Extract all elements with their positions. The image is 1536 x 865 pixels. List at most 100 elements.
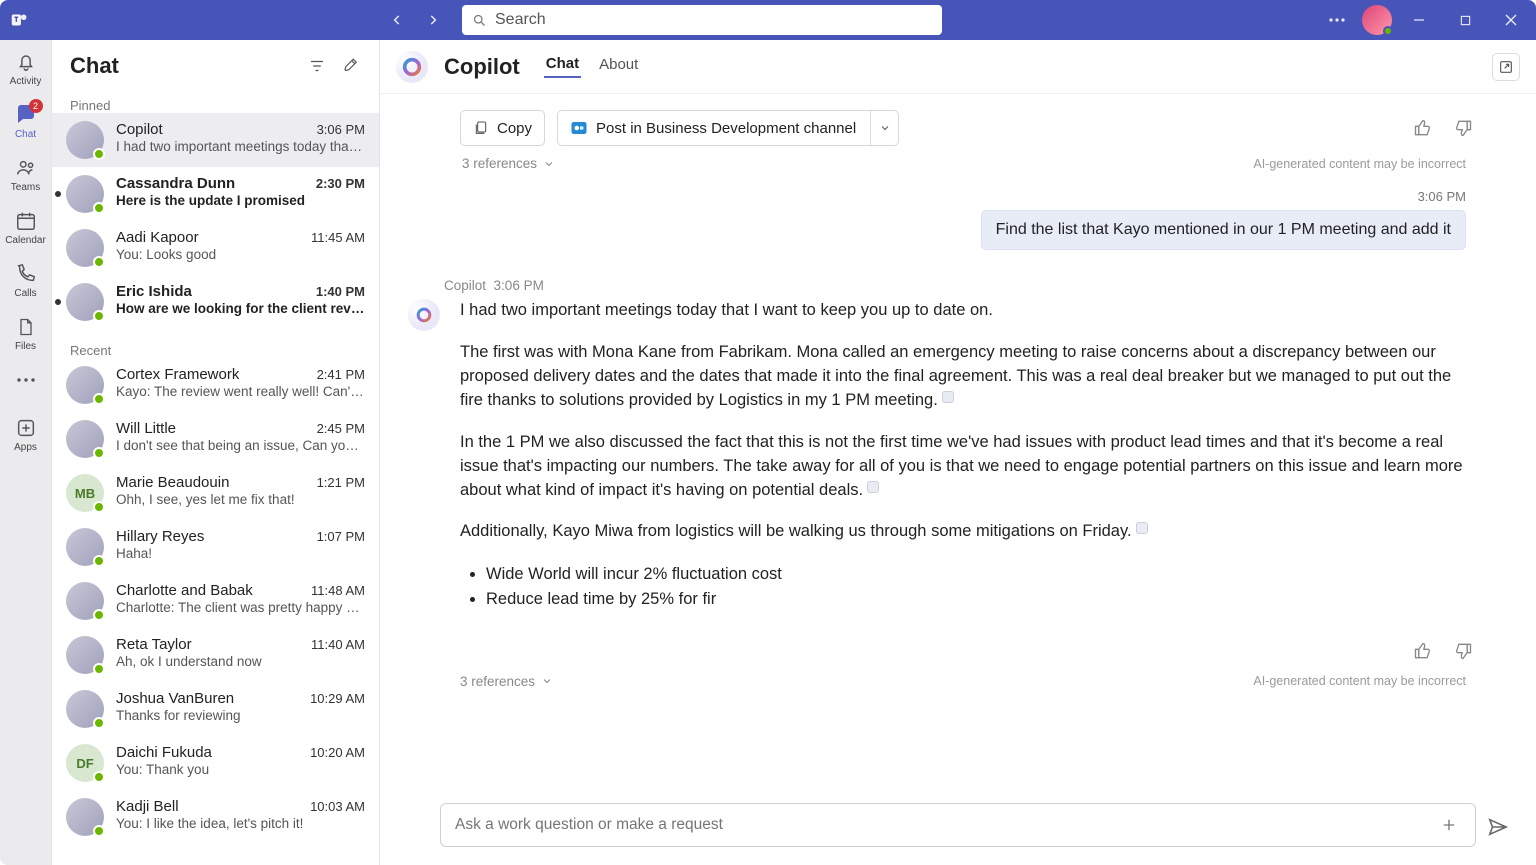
presence-indicator [93,825,105,837]
presence-indicator [93,447,105,459]
teams-channel-icon [570,119,588,137]
presence-indicator [93,202,105,214]
rail-files[interactable]: Files [2,315,50,352]
chat-list-item[interactable]: Hillary Reyes1:07 PMHaha! [52,520,379,574]
rail-calls[interactable]: Calls [2,262,50,299]
user-message-time: 3:06 PM [440,189,1466,204]
chat-name: Will Little [116,420,176,437]
copy-icon [473,119,489,137]
open-external-button[interactable] [1492,53,1520,81]
more-options-button[interactable] [1320,6,1354,34]
reply-paragraph: The first was with Mona Kane from Fabrik… [460,343,1451,409]
chat-time: 2:41 PM [317,367,365,382]
tab-about[interactable]: About [597,56,640,77]
chat-list-item[interactable]: Copilot3:06 PMI had two important meetin… [52,113,379,167]
bullet-item: Reduce lead time by 25% for fir [486,590,716,608]
rail-activity[interactable]: Activity [2,50,50,87]
window-maximize-button[interactable] [1446,0,1484,40]
chat-avatar [66,420,104,458]
user-avatar[interactable] [1362,5,1392,35]
thumbs-down-button[interactable] [1450,115,1476,141]
chat-preview: I don't see that being an issue, Can you… [116,438,365,453]
send-button[interactable] [1480,809,1516,845]
chat-time: 11:45 AM [311,230,365,245]
chat-list-item[interactable]: Kadji Bell10:03 AMYou: I like the idea, … [52,790,379,844]
chat-list-item[interactable]: Aadi Kapoor11:45 AMYou: Looks good [52,221,379,275]
post-channel-dropdown-icon[interactable] [870,110,898,146]
window-minimize-button[interactable] [1400,0,1438,40]
rail-label: Calendar [5,235,46,246]
chat-avatar [66,798,104,836]
rail-more[interactable] [2,368,50,392]
rail-label: Activity [10,76,42,87]
thumbs-up-button[interactable] [1410,638,1436,664]
chat-avatar [66,229,104,267]
rail-chat[interactable]: 2 Chat [2,103,50,140]
new-chat-button[interactable] [341,56,361,76]
presence-indicator [1383,26,1393,36]
chat-preview: You: Thank you [116,762,365,777]
chat-list-item[interactable]: Eric Ishida1:40 PMHow are we looking for… [52,275,379,329]
presence-indicator [93,148,105,160]
rail-calendar[interactable]: Calendar [2,209,50,246]
chat-time: 1:07 PM [317,529,365,544]
nav-back-button[interactable] [380,6,414,34]
file-icon [14,315,38,339]
references-toggle[interactable]: 3 references [460,674,553,689]
search-field[interactable]: Search [462,5,942,35]
thumbs-down-button[interactable] [1450,638,1476,664]
reply-paragraph: I had two important meetings today that … [460,301,993,319]
reply-body: I had two important meetings today that … [440,299,1476,693]
chat-list-item[interactable]: Reta Taylor11:40 AMAh, ok I understand n… [52,628,379,682]
app-window: Search Activity 2 Chat [0,0,1536,865]
chat-badge: 2 [29,99,43,113]
chat-list-item[interactable]: Cassandra Dunn2:30 PMHere is the update … [52,167,379,221]
chat-list-item[interactable]: Charlotte and Babak11:48 AMCharlotte: Th… [52,574,379,628]
filter-button[interactable] [307,56,327,76]
chat-list-item[interactable]: Cortex Framework2:41 PMKayo: The review … [52,358,379,412]
chat-time: 1:40 PM [316,284,365,299]
messages-area: Copy Post in Business Development channe… [380,94,1536,865]
reference-marker[interactable] [867,481,879,493]
chat-preview: Thanks for reviewing [116,708,365,723]
tab-chat[interactable]: Chat [544,55,581,78]
chat-preview: Ohh, I see, yes let me fix that! [116,492,365,507]
conversation-pane: Copilot Chat About Copy Post in Business… [380,40,1536,865]
pinned-section-label: Pinned [52,92,379,113]
teams-logo-icon [6,6,34,34]
thumbs-up-button[interactable] [1410,115,1436,141]
presence-indicator [93,663,105,675]
people-icon [14,156,38,180]
composer-plus-button[interactable] [1435,811,1463,839]
rail-teams[interactable]: Teams [2,156,50,193]
reply-paragraph: In the 1 PM we also discussed the fact t… [460,433,1463,499]
chat-list-item[interactable]: DFDaichi Fukuda10:20 AMYou: Thank you [52,736,379,790]
chat-time: 10:20 AM [310,745,365,760]
chat-avatar: DF [66,744,104,782]
presence-indicator [93,501,105,513]
reply-time: 3:06 PM [494,278,544,293]
user-message-bubble[interactable]: Find the list that Kayo mentioned in our… [981,210,1466,250]
chat-time: 10:03 AM [310,799,365,814]
nav-forward-button[interactable] [416,6,450,34]
chat-list-item[interactable]: MBMarie Beaudouin1:21 PMOhh, I see, yes … [52,466,379,520]
window-close-button[interactable] [1492,0,1530,40]
message-composer[interactable] [440,803,1476,847]
chat-avatar [66,690,104,728]
ai-content-notice: AI-generated content may be incorrect [1253,157,1466,171]
rail-label: Calls [14,288,36,299]
reference-marker[interactable] [942,391,954,403]
composer-input[interactable] [453,815,1435,835]
recent-section-label: Recent [52,337,379,358]
rail-label: Files [15,341,36,352]
rail-apps[interactable]: Apps [2,416,50,453]
post-channel-button[interactable]: Post in Business Development channel [557,110,899,146]
chat-list-item[interactable]: Will Little2:45 PMI don't see that being… [52,412,379,466]
chat-name: Joshua VanBuren [116,690,234,707]
references-toggle[interactable]: 3 references [462,156,555,171]
chat-list-item[interactable]: Joshua VanBuren10:29 AMThanks for review… [52,682,379,736]
reference-marker[interactable] [1136,522,1148,534]
presence-indicator [93,393,105,405]
copy-button[interactable]: Copy [460,110,545,146]
chat-name: Hillary Reyes [116,528,204,545]
